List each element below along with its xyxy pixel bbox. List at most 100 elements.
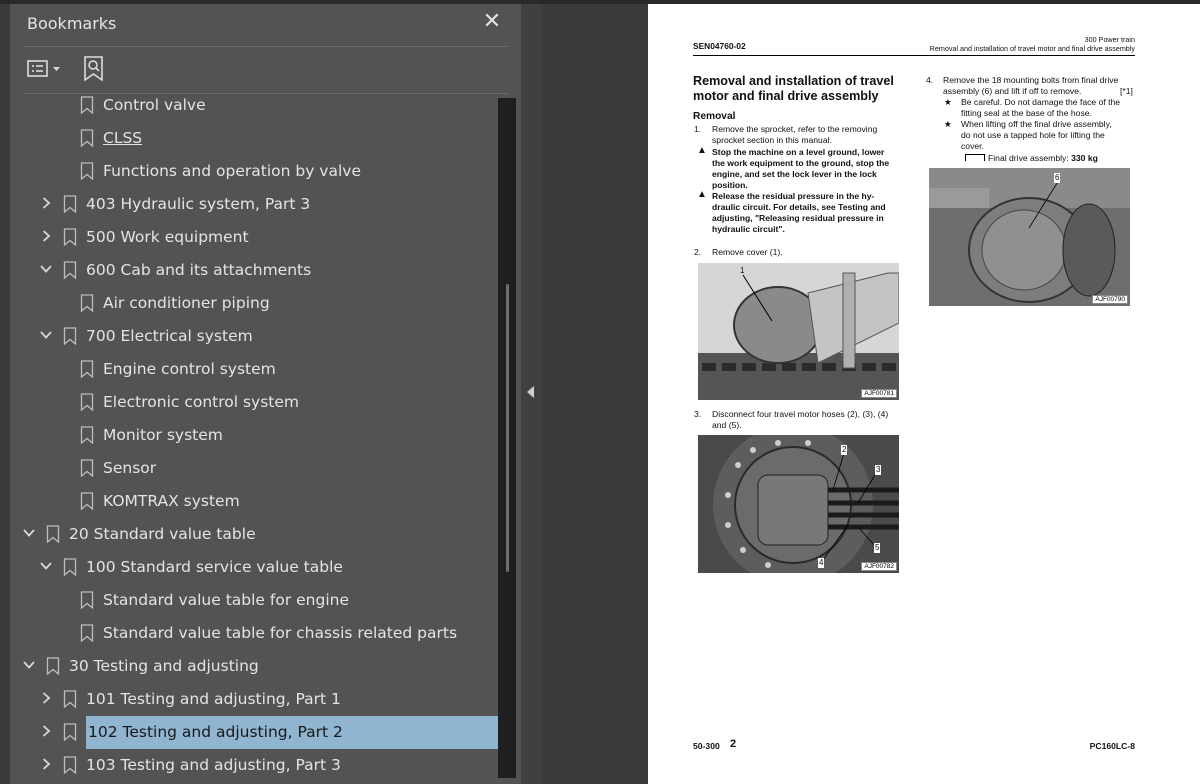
reference-mark: [*1] — [1120, 86, 1133, 96]
collapse-panel-icon[interactable] — [527, 386, 534, 398]
figure-code: AJF00782 — [861, 562, 897, 571]
callout-label: 1 — [740, 266, 745, 275]
bookmark-icon — [63, 261, 77, 279]
weight-label: Final drive assembly: — [988, 153, 1069, 163]
bookmark-label[interactable]: 600 Cab and its attachments — [86, 254, 311, 287]
chevron-down-icon[interactable] — [22, 526, 36, 540]
star-icon: ★ — [944, 119, 952, 129]
panel-title: Bookmarks — [27, 14, 117, 33]
warning-text: Release the residual pressure in the hy- — [712, 191, 875, 201]
divider — [24, 46, 508, 47]
chevron-down-icon[interactable] — [22, 658, 36, 672]
list-options-button[interactable] — [27, 58, 67, 80]
bookmark-label[interactable]: KOMTRAX system — [103, 485, 240, 518]
step-number: 4. — [926, 75, 934, 85]
find-bookmark-icon — [84, 56, 103, 82]
bookmark-item[interactable]: KOMTRAX system — [10, 485, 498, 518]
chevron-down-icon[interactable] — [39, 262, 53, 276]
bookmark-icon — [63, 690, 77, 708]
bookmark-label[interactable]: Functions and operation by valve — [103, 155, 361, 188]
bookmark-item[interactable]: Engine control system — [10, 353, 498, 386]
bookmark-label[interactable]: Monitor system — [103, 419, 223, 452]
bookmark-item[interactable]: 700 Electrical system — [10, 320, 498, 353]
bookmark-label[interactable]: Sensor — [103, 452, 156, 485]
find-bookmark-button[interactable] — [82, 55, 106, 83]
bookmark-label[interactable]: 100 Standard service value table — [86, 551, 343, 584]
bookmark-label[interactable]: Control valve — [103, 94, 206, 122]
step-text: assembly (6) and lift if off to remove. — [943, 86, 1082, 96]
close-icon[interactable]: ✕ — [480, 10, 504, 34]
step-number: 1. — [694, 124, 702, 134]
bookmark-item[interactable]: 103 Testing and adjusting, Part 3 — [10, 749, 498, 782]
bookmark-label[interactable]: 102 Testing and adjusting, Part 2 — [86, 716, 498, 749]
bookmark-icon — [80, 162, 94, 180]
bookmark-icon — [63, 756, 77, 774]
warning-text: draulic circuit. For details, see Testin… — [712, 202, 886, 212]
chevron-down-icon[interactable] — [39, 328, 53, 342]
callout-label: 3 — [875, 465, 882, 476]
bookmark-icon — [63, 195, 77, 213]
bookmark-item[interactable]: Control valve — [10, 94, 498, 122]
bookmark-icon — [80, 624, 94, 642]
doc-title-line1: Removal and installation of travel — [693, 74, 894, 88]
bookmarks-panel: Bookmarks ✕ Control valve CLSS Functions a… — [10, 4, 521, 784]
bookmark-label[interactable]: 103 Testing and adjusting, Part 3 — [86, 749, 341, 782]
bookmark-item[interactable]: 600 Cab and its attachments — [10, 254, 498, 287]
bookmark-item[interactable]: CLSS — [10, 122, 498, 155]
bookmark-icon — [80, 393, 94, 411]
bookmark-icon — [80, 426, 94, 444]
footer-revision: 2 — [730, 738, 737, 750]
bookmark-item[interactable]: 403 Hydraulic system, Part 3 — [10, 188, 498, 221]
bookmark-label[interactable]: Engine control system — [103, 353, 276, 386]
bookmark-label[interactable]: Electronic control system — [103, 386, 299, 419]
viewer-background — [542, 4, 648, 784]
chevron-right-icon[interactable] — [39, 724, 53, 738]
bookmark-icon — [63, 723, 77, 741]
bookmark-item[interactable]: Standard value table for engine — [10, 584, 498, 617]
bookmark-label[interactable]: 20 Standard value table — [69, 518, 256, 551]
bookmark-item[interactable]: Electronic control system — [10, 386, 498, 419]
bookmark-tree: Control valve CLSS Functions and operation… — [10, 94, 500, 784]
footer-model: PC160LC-8 — [1089, 741, 1135, 751]
bookmark-label[interactable]: 30 Testing and adjusting — [69, 650, 259, 683]
bookmark-item[interactable]: 30 Testing and adjusting — [10, 650, 498, 683]
bookmark-label[interactable]: 700 Electrical system — [86, 320, 253, 353]
bookmark-item[interactable]: Standard value table for chassis related… — [10, 617, 498, 650]
bookmark-item[interactable]: Sensor — [10, 452, 498, 485]
bookmark-label[interactable]: Standard value table for chassis related… — [103, 617, 457, 650]
list-options-icon — [27, 60, 60, 77]
photo-final-drive: 6 AJF00790 — [929, 168, 1130, 306]
bookmark-item[interactable]: 102 Testing and adjusting, Part 2 — [10, 716, 498, 749]
bookmark-item[interactable]: 100 Standard service value table — [10, 551, 498, 584]
chevron-right-icon[interactable] — [39, 229, 53, 243]
bookmark-item[interactable]: 20 Standard value table — [10, 518, 498, 551]
warning-text: engine, and set the lock lever in the lo… — [712, 169, 877, 179]
bookmark-item[interactable]: Monitor system — [10, 419, 498, 452]
document-page: SEN04760-02 300 Power train Removal and … — [648, 4, 1200, 784]
warning-text: hydraulic circuit". — [712, 224, 785, 234]
scrollbar[interactable] — [498, 98, 516, 778]
step-text: and (5). — [712, 420, 742, 430]
doc-title-line2: motor and final drive assembly — [693, 89, 879, 103]
bookmark-label[interactable]: 500 Work equipment — [86, 221, 249, 254]
bookmark-item[interactable]: 101 Testing and adjusting, Part 1 — [10, 683, 498, 716]
footer-page-number: 50-300 — [693, 741, 720, 751]
chevron-right-icon[interactable] — [39, 196, 53, 210]
bookmark-icon — [80, 294, 94, 312]
bookmark-label[interactable]: Air conditioner piping — [103, 287, 270, 320]
bookmark-label[interactable]: CLSS — [103, 122, 142, 155]
star-icon: ★ — [944, 97, 952, 107]
scrollbar-thumb[interactable] — [506, 284, 509, 572]
bookmark-label[interactable]: 101 Testing and adjusting, Part 1 — [86, 683, 341, 716]
bookmark-item[interactable]: Air conditioner piping — [10, 287, 498, 320]
chevron-right-icon[interactable] — [39, 691, 53, 705]
bookmark-label[interactable]: Standard value table for engine — [103, 584, 349, 617]
bookmark-icon — [80, 96, 94, 114]
chevron-right-icon[interactable] — [39, 757, 53, 771]
chevron-down-icon[interactable] — [39, 559, 53, 573]
bookmark-item[interactable]: 500 Work equipment — [10, 221, 498, 254]
bookmark-label[interactable]: 403 Hydraulic system, Part 3 — [86, 188, 310, 221]
weight-line: Final drive assembly: 330 kg — [988, 153, 1098, 163]
callout-label: 2 — [841, 445, 848, 456]
bookmark-item[interactable]: Functions and operation by valve — [10, 155, 498, 188]
